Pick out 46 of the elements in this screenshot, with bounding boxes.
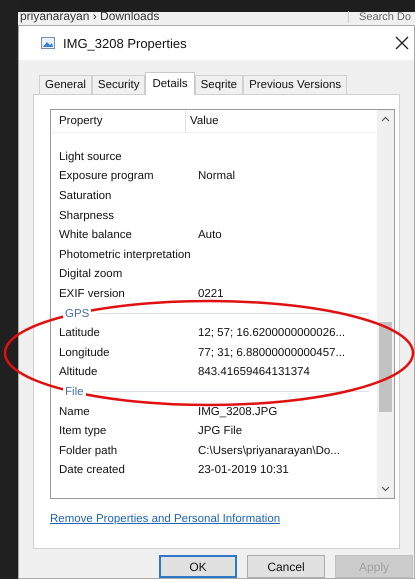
- scrollbar-thumb[interactable]: [379, 322, 392, 412]
- column-header[interactable]: Value: [186, 115, 219, 127]
- scrollbar[interactable]: [377, 110, 394, 498]
- breadcrumb-text: priyanarayan › Downloads: [20, 9, 160, 23]
- property-name: Name: [58, 406, 91, 418]
- property-value: 23-01-2019 10:31: [197, 464, 289, 476]
- search-field[interactable]: Search Do: [348, 11, 415, 23]
- tab[interactable]: Previous Versions: [243, 75, 348, 94]
- group-header: File: [63, 386, 86, 398]
- property-value: JPG File: [197, 425, 242, 438]
- property-name: Photometric interpretation: [58, 248, 192, 261]
- property-name: Item type: [58, 425, 108, 438]
- remove-properties-link[interactable]: Remove Properties and Personal Information: [50, 513, 280, 525]
- property-name: Light source: [58, 150, 123, 163]
- property-value: Auto: [197, 229, 222, 242]
- property-name: Folder path: [58, 444, 118, 457]
- image-file-icon: [41, 37, 55, 49]
- tab[interactable]: Seqrite: [194, 75, 244, 94]
- property-name: Saturation: [58, 190, 112, 202]
- property-name: Altitude: [58, 366, 98, 378]
- property-name: Date created: [58, 464, 126, 476]
- property-value: IMG_3208.JPG: [197, 406, 278, 418]
- property-value: Normal: [197, 170, 236, 182]
- dialog-button[interactable]: OK: [159, 555, 237, 578]
- property-name: White balance: [58, 229, 133, 242]
- tab[interactable]: Security: [92, 75, 146, 94]
- property-value: C:\Users\priyanarayan\Do...: [197, 444, 340, 457]
- scroll-up-icon[interactable]: [381, 116, 390, 122]
- property-value: 0221: [197, 288, 224, 300]
- property-name: EXIF version: [58, 288, 126, 300]
- scroll-down-icon[interactable]: [381, 486, 390, 492]
- group-header: GPS: [63, 308, 92, 320]
- property-name: Exposure program: [58, 170, 155, 182]
- dialog-button[interactable]: Cancel: [247, 555, 325, 578]
- tab[interactable]: Details: [145, 72, 195, 95]
- property-name: Digital zoom: [58, 268, 124, 280]
- property-value: 12; 57; 16.6200000000026...: [197, 327, 346, 340]
- close-icon[interactable]: [395, 36, 409, 50]
- property-name: Sharpness: [58, 210, 115, 222]
- column-header[interactable]: Property: [51, 110, 186, 132]
- property-value: 77; 31; 6.88000000000457...: [197, 346, 346, 359]
- property-name: Latitude: [58, 327, 101, 340]
- window-title: IMG_3208 Properties: [63, 36, 188, 50]
- property-name: Longitude: [58, 346, 111, 359]
- tab[interactable]: General: [39, 75, 92, 94]
- property-value: 843.41659464131374: [197, 366, 310, 378]
